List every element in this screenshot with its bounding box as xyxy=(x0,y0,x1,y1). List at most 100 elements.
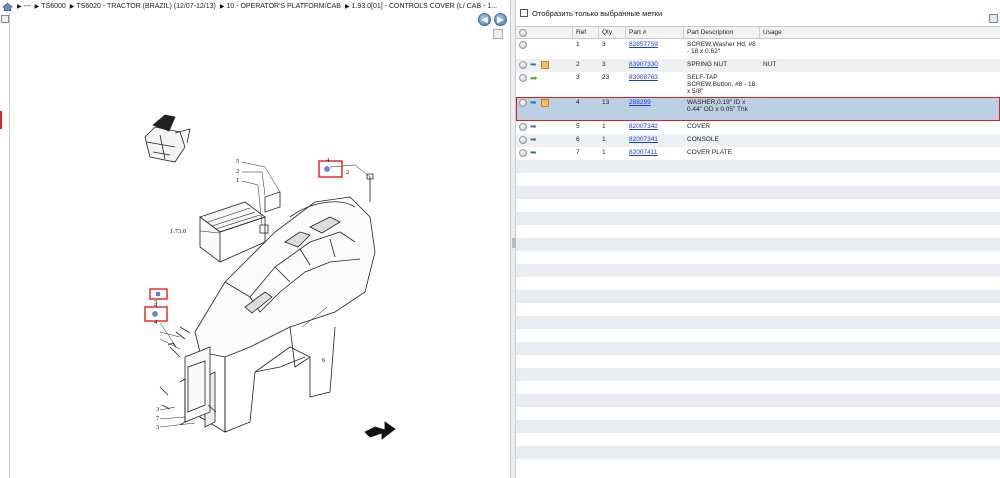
washer-marker[interactable] xyxy=(324,166,330,172)
export-icon[interactable] xyxy=(989,14,998,23)
cell-desc-text: SCREW,Washer Hd, #8 - 18 x 0.62" xyxy=(687,41,756,55)
exploded-diagram: 5 2 1 1.73.0 4 2 4 4 3 6 3 7 3 xyxy=(144,114,396,440)
empty-row xyxy=(516,303,1000,316)
back-button[interactable]: ◀ xyxy=(478,13,491,26)
select-row-icon[interactable] xyxy=(519,74,527,82)
cell-part[interactable]: 83907330 xyxy=(626,59,684,72)
header-usage[interactable]: Usage xyxy=(760,27,1000,38)
breadcrumb-item[interactable]: ▶ --- xyxy=(17,3,31,10)
washer-marker[interactable] xyxy=(152,311,158,317)
cell-part[interactable]: 82007411 xyxy=(626,147,684,160)
table-row[interactable]: ➦ 3 23 83908763 SELF-TAP SCREW,Button, #8 - … xyxy=(516,72,1000,97)
cell-ref-text: 1 xyxy=(576,41,580,48)
row-icons xyxy=(516,39,573,59)
link-icon[interactable]: ➥ xyxy=(530,123,538,131)
show-selected-checkbox[interactable] xyxy=(520,9,528,17)
table-row[interactable]: 1 3 82857759 SCREW,Washer Hd, #8 - 18 x 0.6… xyxy=(516,39,1000,59)
cell-part[interactable]: 83908763 xyxy=(626,72,684,97)
cell-usage: NUT xyxy=(760,59,1000,72)
select-row-icon[interactable] xyxy=(519,123,527,131)
callout-label[interactable]: 1 xyxy=(236,177,239,184)
empty-row xyxy=(516,316,1000,329)
table-row[interactable]: ➥ 2 3 83907330 SPRING NUT NUT xyxy=(516,59,1000,72)
callout-label[interactable]: 3 xyxy=(156,406,159,413)
link-icon[interactable]: ➥ xyxy=(530,61,538,69)
breadcrumb-item-label[interactable]: --- xyxy=(24,3,31,10)
table-row[interactable]: ➥ 7 1 82007411 COVER PLATE xyxy=(516,147,1000,160)
row-icons: ➥ xyxy=(516,134,573,147)
cell-part[interactable]: 288299 xyxy=(626,97,684,121)
cell-part-text[interactable]: 288299 xyxy=(629,99,651,106)
cell-part[interactable]: 82857759 xyxy=(626,39,684,59)
breadcrumb-item[interactable]: ▶ 1.93.0[01] - CONTROLS COVER (L/ CAB - 1… xyxy=(345,3,497,10)
cell-part-text[interactable]: 82007342 xyxy=(629,123,658,130)
empty-row xyxy=(516,277,1000,290)
breadcrumb-item-label[interactable]: 1.93.0[01] - CONTROLS COVER (L/ CAB - 1.… xyxy=(352,3,498,10)
callout-label[interactable]: 6 xyxy=(322,357,326,364)
select-row-icon[interactable] xyxy=(519,149,527,157)
breadcrumb-item[interactable]: ▶ TS6020 - TRACTOR (BRAZIL) (12/07-12/13) xyxy=(70,3,216,10)
select-row-icon[interactable] xyxy=(519,99,527,107)
cell-ref-text: 2 xyxy=(576,61,580,68)
select-all-icon[interactable] xyxy=(519,29,527,37)
callout-label[interactable]: 3 xyxy=(154,299,157,306)
cell-part-text[interactable]: 83908763 xyxy=(629,74,658,81)
breadcrumb-item-label[interactable]: TS6020 - TRACTOR (BRAZIL) (12/07-12/13) xyxy=(76,3,215,10)
cell-part[interactable]: 82007341 xyxy=(626,134,684,147)
cell-usage-text: NUT xyxy=(763,61,777,68)
header-select[interactable] xyxy=(516,27,573,38)
cell-part[interactable]: 82007342 xyxy=(626,121,684,134)
table-row[interactable]: ➥ 5 1 82007342 COVER xyxy=(516,121,1000,134)
link-icon[interactable]: ➥ xyxy=(530,99,538,107)
green-arrow-icon[interactable]: ➦ xyxy=(530,74,538,83)
cell-part-text[interactable]: 82857759 xyxy=(629,41,658,48)
select-row-icon[interactable] xyxy=(519,41,527,49)
callout-label[interactable]: 3 xyxy=(156,424,159,431)
show-selected-label[interactable]: Отобразить только выбранные метки xyxy=(532,9,662,18)
washer-marker[interactable] xyxy=(155,291,161,297)
header-desc[interactable]: Part Description xyxy=(684,27,760,38)
highlight-box[interactable] xyxy=(318,160,343,178)
header-part[interactable]: Part # xyxy=(626,27,684,38)
cell-part-text[interactable]: 82007341 xyxy=(629,136,658,143)
cell-qty: 1 xyxy=(599,121,626,134)
empty-row xyxy=(516,420,1000,433)
table-row[interactable]: ➥ 4 13 288299 WASHER,0.19" ID x 0.44" OD x 0… xyxy=(516,97,1000,121)
home-icon[interactable] xyxy=(2,2,13,12)
callout-label[interactable]: 4 xyxy=(154,319,158,326)
forward-button[interactable]: ▶ xyxy=(494,13,507,26)
header-ref[interactable]: Ref xyxy=(573,27,599,38)
caret-right-icon: ▶ xyxy=(34,4,40,10)
header-qty[interactable]: Qty xyxy=(599,27,626,38)
breadcrumb-item-label[interactable]: 10 - OPERATOR'S PLATFORM/CAB xyxy=(226,3,341,10)
callout-label[interactable]: 1.73.0 xyxy=(170,228,186,235)
empty-row xyxy=(516,446,1000,459)
cell-qty-text: 23 xyxy=(602,74,610,81)
expand-icon[interactable] xyxy=(1,15,9,23)
empty-row xyxy=(516,264,1000,277)
breadcrumb-item[interactable]: ▶ TS6000 xyxy=(35,3,66,10)
cell-desc: WASHER,0.19" ID x 0.44" OD x 0.05" Thk xyxy=(684,97,760,121)
package-icon[interactable] xyxy=(541,99,549,107)
callout-label[interactable]: 2 xyxy=(346,169,349,176)
breadcrumb-item-label[interactable]: TS6000 xyxy=(41,3,66,10)
select-row-icon[interactable] xyxy=(519,61,527,69)
package-icon[interactable] xyxy=(541,61,549,69)
row-icons: ➥ xyxy=(516,121,573,134)
callout-label[interactable]: 5 xyxy=(236,158,239,165)
caret-right-icon: ▶ xyxy=(17,4,22,10)
cell-part-text[interactable]: 83907330 xyxy=(629,61,658,68)
link-icon[interactable]: ➥ xyxy=(530,136,538,144)
direction-arrow-icon xyxy=(364,421,396,440)
position-marker xyxy=(0,111,2,129)
cell-qty: 1 xyxy=(599,134,626,147)
callout-label[interactable]: 7 xyxy=(156,415,160,422)
cell-part-text[interactable]: 82007411 xyxy=(629,149,657,156)
breadcrumb-item[interactable]: ▶ 10 - OPERATOR'S PLATFORM/CAB xyxy=(220,3,341,10)
link-icon[interactable]: ➥ xyxy=(530,149,538,157)
table-row[interactable]: ➥ 6 1 82007341 CONSOLE xyxy=(516,134,1000,147)
callout-label[interactable]: 2 xyxy=(236,168,239,175)
cell-qty: 13 xyxy=(599,97,626,121)
cell-qty-text: 1 xyxy=(602,136,606,143)
select-row-icon[interactable] xyxy=(519,136,527,144)
